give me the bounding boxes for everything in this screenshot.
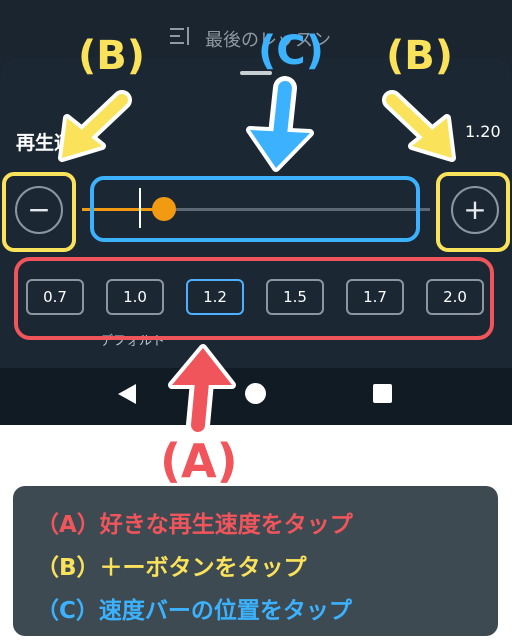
annotation-mark-a: (A) [160,434,238,488]
legend-line-c: （C）速度バーの位置をタップ [36,598,352,624]
menu-icon [170,27,189,45]
back-icon[interactable] [118,384,136,404]
annotation-box-b-right [436,172,510,252]
annotation-box-a [14,257,494,340]
annotation-mark-b-left: (B) [78,33,146,79]
home-icon[interactable] [245,383,266,404]
speed-value: 1.20 [465,122,501,141]
annotation-box-b-left [2,172,76,252]
speed-label: 再生速度 [16,132,93,154]
legend-line-b: （B）＋ーボタンをタップ [36,555,307,581]
annotation-box-c [90,176,420,242]
annotation-mark-c: (C) [258,28,324,74]
annotation-mark-b-right: (B) [386,33,454,79]
legend-line-a: （A）好きな再生速度をタップ [36,512,353,538]
recents-icon[interactable] [373,384,392,403]
